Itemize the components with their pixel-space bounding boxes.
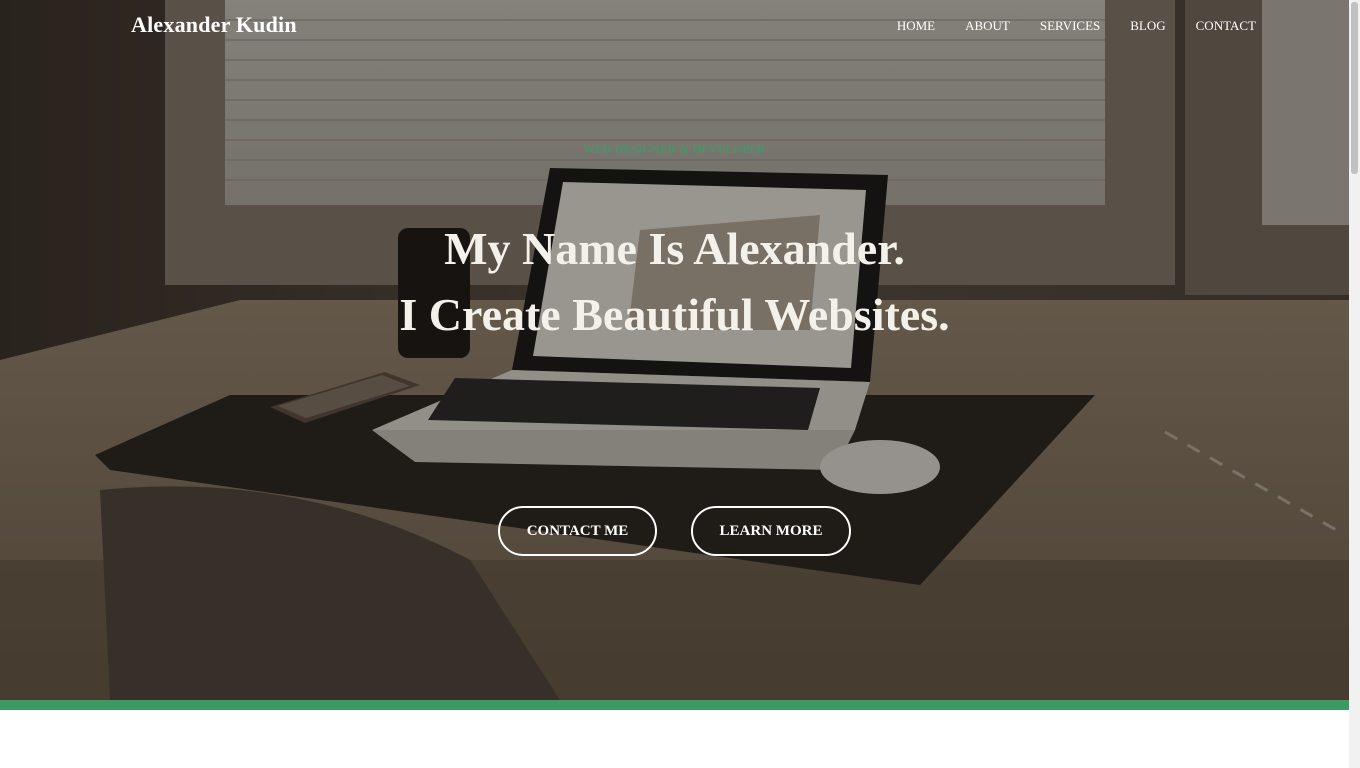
page-scrollbar[interactable] <box>1349 0 1360 768</box>
nav-blog[interactable]: BLOG <box>1130 18 1165 34</box>
contact-me-button[interactable]: CONTACT ME <box>498 506 657 556</box>
nav-home[interactable]: HOME <box>897 18 935 34</box>
nav-contact[interactable]: CONTACT <box>1196 18 1256 34</box>
scrollbar-thumb[interactable] <box>1351 2 1358 174</box>
nav-services[interactable]: SERVICES <box>1040 18 1100 34</box>
hero-dark-overlay <box>0 0 1349 700</box>
brand-logo[interactable]: Alexander Kudin <box>131 12 297 38</box>
hero-headline-line-2: I Create Beautiful Websites. <box>399 289 950 340</box>
main-nav: HOME ABOUT SERVICES BLOG CONTACT <box>867 18 1256 34</box>
hero-section: Alexander Kudin HOME ABOUT SERVICES BLOG… <box>0 0 1349 700</box>
nav-about[interactable]: ABOUT <box>965 18 1010 34</box>
hero-headline-line-1: My Name Is Alexander. <box>444 223 905 274</box>
page: Alexander Kudin HOME ABOUT SERVICES BLOG… <box>0 0 1360 768</box>
hero-tagline: WEB DESIGNER & DEVELOPER <box>583 142 766 156</box>
accent-divider <box>0 700 1349 710</box>
learn-more-button[interactable]: LEARN MORE <box>691 506 851 556</box>
hero-headline: My Name Is Alexander. I Create Beautiful… <box>0 216 1349 348</box>
